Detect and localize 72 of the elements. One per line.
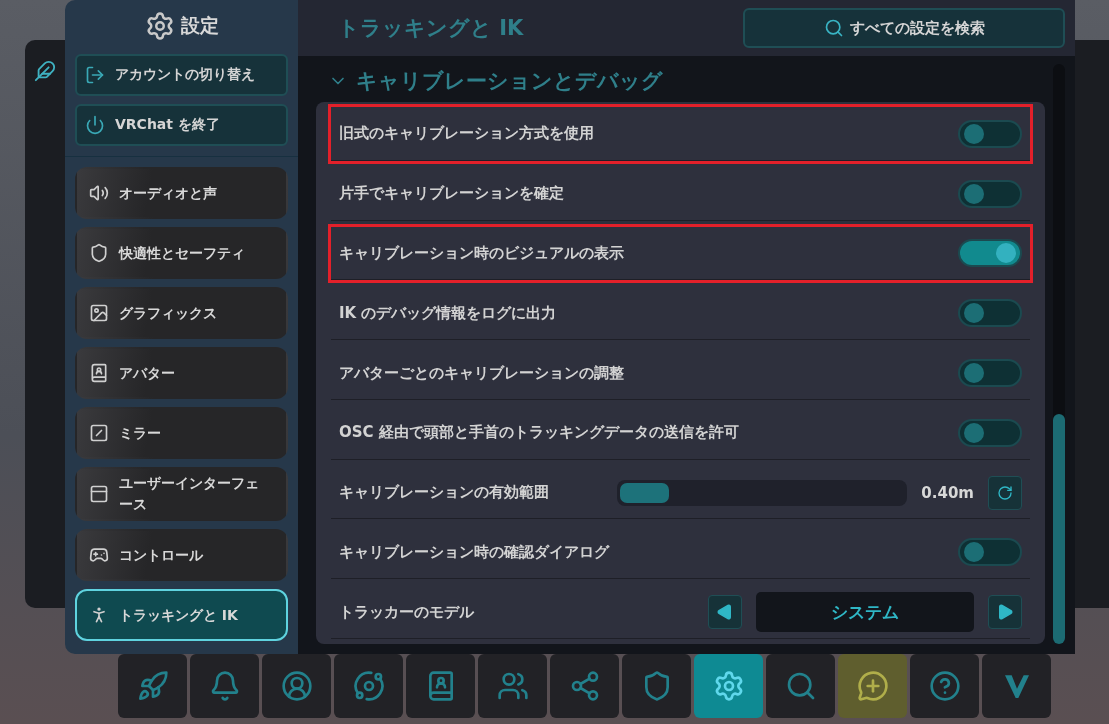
mirror-icon [89,423,109,443]
gamepad-icon [89,545,109,565]
profile-icon [280,670,313,702]
setting-label: IK のデバッグ情報をログに出力 [339,303,558,323]
previous-button[interactable] [708,595,742,630]
setting-label: アバターごとのキャリブレーションの調整 [339,363,625,383]
slider-track[interactable] [617,479,908,506]
slider-fill[interactable] [620,482,669,503]
speaker-icon [89,183,109,203]
section-header[interactable]: キャリブレーションとデバッグ [316,64,1045,98]
toggle-switch[interactable] [958,299,1022,328]
page-title: トラッキングと IK [338,15,524,42]
book-user-icon [89,363,109,383]
dock-button[interactable] [334,654,403,718]
reset-button[interactable] [988,475,1022,510]
rocket-icon [136,670,169,702]
search-button[interactable]: すべての設定を検索 [743,8,1065,48]
sidebar-item[interactable]: アバター [75,347,288,399]
panel-icon [89,484,109,504]
dock-button[interactable] [262,654,331,718]
toggle-switch[interactable] [958,239,1022,268]
dock-button[interactable] [910,654,979,718]
sidebar-item[interactable]: トラッキングと IK [75,589,288,641]
dock-button[interactable] [838,654,907,718]
setting-label: トラッカーのモデル [339,602,475,622]
people-icon [496,670,529,702]
sidebar-item[interactable]: コントロール [75,529,288,581]
sidebar-item[interactable]: ミラー [75,407,288,459]
setting-label: 片手でキャリブレーションを確定 [339,184,565,204]
toggle-switch[interactable] [958,418,1022,447]
dock-button[interactable] [982,654,1051,718]
reset-icon [997,484,1013,501]
feather-icon [34,60,56,82]
selector-value: システム [756,592,974,633]
exit-icon [85,65,105,85]
sidebar-item[interactable]: グラフィックス [75,287,288,339]
settings-icon [144,11,175,41]
power-icon [85,115,105,135]
setting-label: OSC 経由で頭部と手首のトラッキングデータの送信を許可 [339,423,740,443]
setting-label: キャリブレーション時の確認ダイアログ [339,542,611,562]
dock-button[interactable] [118,654,187,718]
action-button[interactable]: アカウントの切り替え [75,54,288,96]
chat-plus-icon [856,670,889,702]
toggle-switch[interactable] [958,359,1022,387]
setting-label: 旧式のキャリブレーション方式を使用 [339,124,595,144]
shield-icon [89,243,109,263]
sidebar-item[interactable]: ユーザーインターフェース [75,467,288,521]
dock-button[interactable] [766,654,835,718]
help-icon [928,670,961,702]
picture-icon [89,303,109,323]
action-button[interactable]: VRChat を終了 [75,104,288,146]
scrollbar[interactable] [1053,64,1065,644]
dock-button[interactable] [190,654,259,718]
dock-button[interactable] [694,654,763,718]
slider-value: 0.40m [921,483,974,502]
dock-button[interactable] [478,654,547,718]
sidebar-title: 設定 [180,13,219,38]
left-triangle-icon [716,603,734,622]
sidebar-item[interactable]: 快適性とセーフティ [75,227,288,279]
toggle-switch[interactable] [958,538,1022,567]
dock-button[interactable] [550,654,619,718]
dock-button[interactable] [622,654,691,718]
setting-label: キャリブレーションの有効範囲 [339,483,550,503]
search-icon [823,18,844,38]
setting-label: キャリブレーション時のビジュアルの表示 [339,243,625,263]
toggle-switch[interactable] [958,179,1022,208]
dock-button[interactable] [406,654,475,718]
next-button[interactable] [988,595,1022,630]
planet-icon [352,670,385,702]
toggle-switch[interactable] [958,119,1022,148]
right-triangle-icon [996,603,1014,622]
sidebar-item[interactable]: オーディオと声 [75,167,288,219]
